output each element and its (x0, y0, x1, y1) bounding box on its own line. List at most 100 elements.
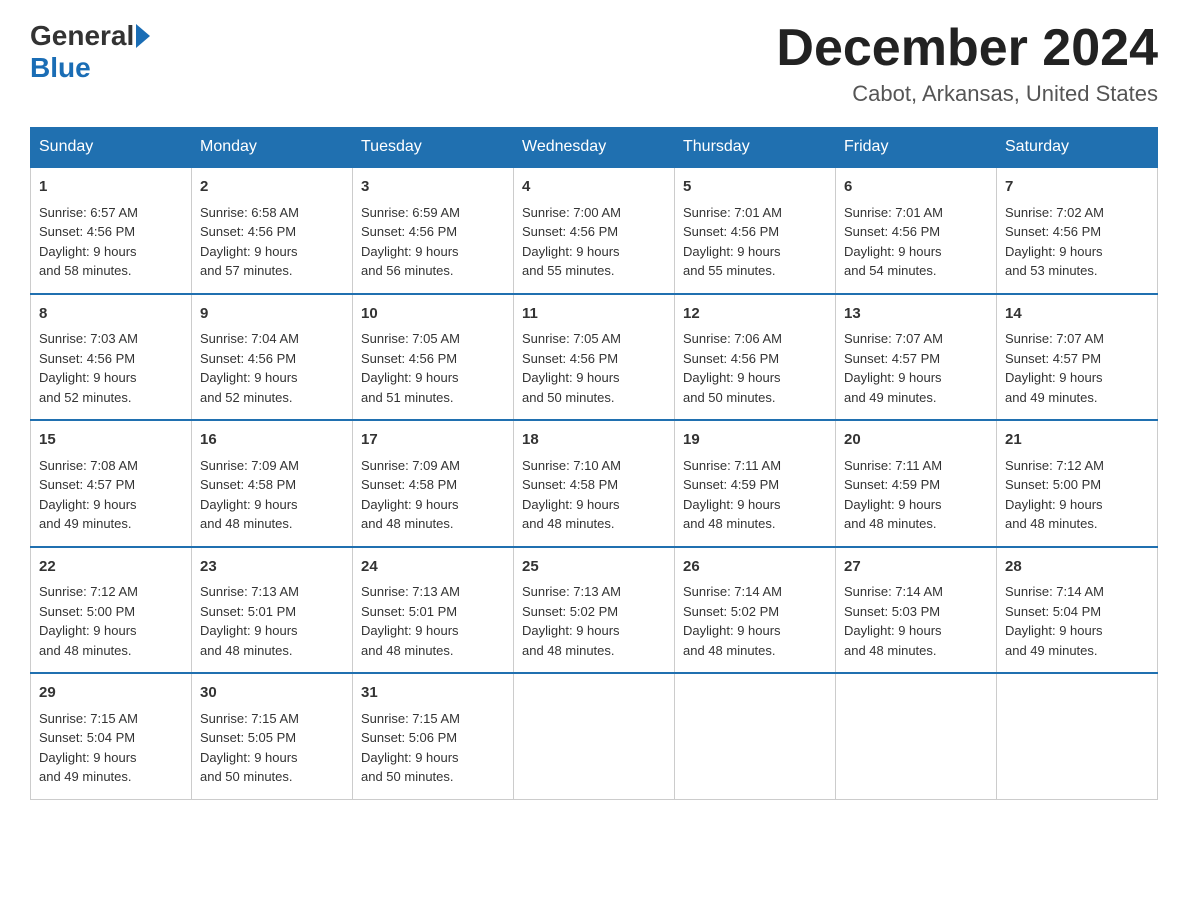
daylight-minutes: and 48 minutes. (844, 516, 937, 531)
table-row: 22 Sunrise: 7:12 AM Sunset: 5:00 PM Dayl… (31, 547, 192, 674)
sunset-label: Sunset: 4:56 PM (683, 351, 779, 366)
sunrise-label: Sunrise: 7:14 AM (683, 584, 782, 599)
sunrise-label: Sunrise: 7:08 AM (39, 458, 138, 473)
daylight-minutes: and 48 minutes. (361, 516, 454, 531)
day-number: 7 (1005, 176, 1149, 199)
daylight-minutes: and 56 minutes. (361, 263, 454, 278)
day-number: 16 (200, 429, 344, 452)
sunset-label: Sunset: 4:56 PM (39, 224, 135, 239)
sunset-label: Sunset: 4:57 PM (1005, 351, 1101, 366)
sunset-label: Sunset: 5:00 PM (1005, 477, 1101, 492)
sunrise-label: Sunrise: 7:11 AM (844, 458, 942, 473)
table-row: 13 Sunrise: 7:07 AM Sunset: 4:57 PM Dayl… (836, 294, 997, 421)
sunset-label: Sunset: 4:56 PM (844, 224, 940, 239)
sunrise-label: Sunrise: 7:15 AM (200, 711, 299, 726)
sunset-label: Sunset: 4:58 PM (522, 477, 618, 492)
sunrise-label: Sunrise: 7:07 AM (1005, 331, 1104, 346)
table-row: 24 Sunrise: 7:13 AM Sunset: 5:01 PM Dayl… (353, 547, 514, 674)
table-row: 21 Sunrise: 7:12 AM Sunset: 5:00 PM Dayl… (997, 420, 1158, 547)
daylight-minutes: and 48 minutes. (39, 643, 132, 658)
daylight-minutes: and 53 minutes. (1005, 263, 1098, 278)
daylight-label: Daylight: 9 hours (361, 370, 459, 385)
daylight-label: Daylight: 9 hours (522, 497, 620, 512)
col-sunday: Sunday (31, 128, 192, 168)
table-row: 28 Sunrise: 7:14 AM Sunset: 5:04 PM Dayl… (997, 547, 1158, 674)
day-number: 1 (39, 176, 183, 199)
day-number: 4 (522, 176, 666, 199)
table-row: 14 Sunrise: 7:07 AM Sunset: 4:57 PM Dayl… (997, 294, 1158, 421)
sunset-label: Sunset: 5:03 PM (844, 604, 940, 619)
daylight-minutes: and 54 minutes. (844, 263, 937, 278)
daylight-label: Daylight: 9 hours (200, 244, 298, 259)
sunrise-label: Sunrise: 7:14 AM (1005, 584, 1104, 599)
sunrise-label: Sunrise: 7:06 AM (683, 331, 782, 346)
day-number: 3 (361, 176, 505, 199)
sunrise-label: Sunrise: 7:10 AM (522, 458, 621, 473)
day-number: 19 (683, 429, 827, 452)
sunset-label: Sunset: 4:57 PM (39, 477, 135, 492)
daylight-minutes: and 48 minutes. (200, 516, 293, 531)
table-row: 15 Sunrise: 7:08 AM Sunset: 4:57 PM Dayl… (31, 420, 192, 547)
daylight-label: Daylight: 9 hours (522, 623, 620, 638)
day-number: 17 (361, 429, 505, 452)
table-row: 29 Sunrise: 7:15 AM Sunset: 5:04 PM Dayl… (31, 673, 192, 799)
calendar-week-row: 8 Sunrise: 7:03 AM Sunset: 4:56 PM Dayli… (31, 294, 1158, 421)
table-row: 20 Sunrise: 7:11 AM Sunset: 4:59 PM Dayl… (836, 420, 997, 547)
daylight-label: Daylight: 9 hours (361, 497, 459, 512)
daylight-minutes: and 48 minutes. (522, 643, 615, 658)
day-number: 9 (200, 303, 344, 326)
sunrise-label: Sunrise: 7:09 AM (200, 458, 299, 473)
sunset-label: Sunset: 4:56 PM (200, 224, 296, 239)
daylight-minutes: and 50 minutes. (361, 769, 454, 784)
sunset-label: Sunset: 4:56 PM (200, 351, 296, 366)
sunrise-label: Sunrise: 6:58 AM (200, 205, 299, 220)
daylight-label: Daylight: 9 hours (1005, 623, 1103, 638)
sunrise-label: Sunrise: 7:13 AM (361, 584, 460, 599)
sunset-label: Sunset: 4:56 PM (1005, 224, 1101, 239)
day-number: 27 (844, 556, 988, 579)
daylight-label: Daylight: 9 hours (522, 244, 620, 259)
daylight-minutes: and 55 minutes. (683, 263, 776, 278)
sunrise-label: Sunrise: 7:00 AM (522, 205, 621, 220)
daylight-minutes: and 48 minutes. (683, 516, 776, 531)
daylight-label: Daylight: 9 hours (361, 244, 459, 259)
logo: General Blue (30, 20, 152, 84)
day-number: 28 (1005, 556, 1149, 579)
day-number: 2 (200, 176, 344, 199)
sunset-label: Sunset: 4:56 PM (683, 224, 779, 239)
table-row: 19 Sunrise: 7:11 AM Sunset: 4:59 PM Dayl… (675, 420, 836, 547)
sunrise-label: Sunrise: 7:11 AM (683, 458, 781, 473)
sunset-label: Sunset: 4:59 PM (683, 477, 779, 492)
table-row: 2 Sunrise: 6:58 AM Sunset: 4:56 PM Dayli… (192, 167, 353, 294)
table-row: 26 Sunrise: 7:14 AM Sunset: 5:02 PM Dayl… (675, 547, 836, 674)
col-saturday: Saturday (997, 128, 1158, 168)
sunrise-label: Sunrise: 7:07 AM (844, 331, 943, 346)
sunrise-label: Sunrise: 7:12 AM (39, 584, 138, 599)
table-row (675, 673, 836, 799)
daylight-minutes: and 50 minutes. (200, 769, 293, 784)
day-number: 22 (39, 556, 183, 579)
sunrise-label: Sunrise: 7:03 AM (39, 331, 138, 346)
daylight-label: Daylight: 9 hours (200, 497, 298, 512)
day-number: 18 (522, 429, 666, 452)
table-row: 8 Sunrise: 7:03 AM Sunset: 4:56 PM Dayli… (31, 294, 192, 421)
col-wednesday: Wednesday (514, 128, 675, 168)
sunset-label: Sunset: 4:56 PM (361, 351, 457, 366)
day-number: 23 (200, 556, 344, 579)
sunrise-label: Sunrise: 7:09 AM (361, 458, 460, 473)
table-row: 11 Sunrise: 7:05 AM Sunset: 4:56 PM Dayl… (514, 294, 675, 421)
sunrise-label: Sunrise: 7:15 AM (39, 711, 138, 726)
sunset-label: Sunset: 4:56 PM (361, 224, 457, 239)
day-number: 8 (39, 303, 183, 326)
sunset-label: Sunset: 4:57 PM (844, 351, 940, 366)
daylight-label: Daylight: 9 hours (844, 370, 942, 385)
table-row: 16 Sunrise: 7:09 AM Sunset: 4:58 PM Dayl… (192, 420, 353, 547)
calendar-week-row: 22 Sunrise: 7:12 AM Sunset: 5:00 PM Dayl… (31, 547, 1158, 674)
day-number: 30 (200, 682, 344, 705)
daylight-minutes: and 50 minutes. (683, 390, 776, 405)
sunset-label: Sunset: 5:06 PM (361, 730, 457, 745)
daylight-minutes: and 50 minutes. (522, 390, 615, 405)
daylight-label: Daylight: 9 hours (844, 497, 942, 512)
daylight-label: Daylight: 9 hours (39, 244, 137, 259)
sunrise-label: Sunrise: 7:13 AM (522, 584, 621, 599)
